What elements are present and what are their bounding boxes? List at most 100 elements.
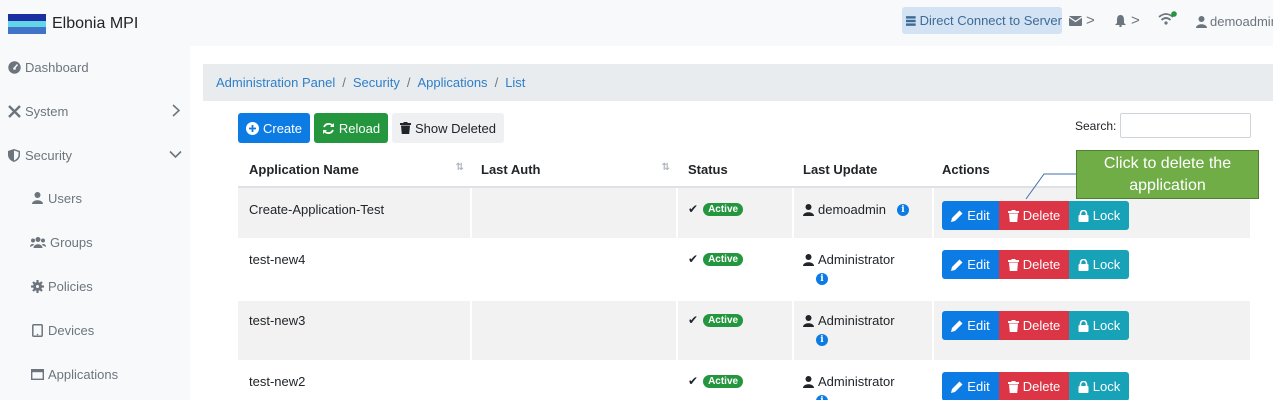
- show-deleted-button[interactable]: Show Deleted: [392, 113, 504, 143]
- delete-button[interactable]: Delete: [999, 372, 1069, 400]
- show-deleted-label: Show Deleted: [415, 120, 496, 136]
- info-icon[interactable]: i: [816, 273, 828, 285]
- sidebar-item-label: System: [25, 103, 69, 119]
- delete-label: Delete: [1022, 257, 1061, 272]
- notifications-menu[interactable]: >: [1115, 12, 1140, 29]
- delete-button[interactable]: Delete: [999, 201, 1069, 230]
- column-header-last-auth[interactable]: Last Auth ⇅: [472, 152, 676, 186]
- tablet-icon: [30, 323, 44, 337]
- info-icon[interactable]: i: [896, 203, 909, 216]
- actions-cell: Edit Delete Lock: [934, 362, 1250, 400]
- wifi-status[interactable]: [1158, 11, 1178, 26]
- wifi-icon: [1158, 11, 1177, 25]
- envelope-icon: [1069, 15, 1082, 26]
- sidebar-item-system[interactable]: System: [0, 96, 190, 126]
- status-badge: Active: [703, 253, 744, 266]
- lock-button[interactable]: Lock: [1069, 201, 1129, 230]
- column-header-last-update[interactable]: Last Update: [794, 152, 932, 186]
- last-auth-cell: [472, 301, 676, 360]
- reload-button[interactable]: Reload: [314, 113, 388, 143]
- dashboard-icon: [7, 60, 21, 74]
- edit-button[interactable]: Edit: [942, 250, 999, 279]
- lock-label: Lock: [1092, 208, 1121, 223]
- info-icon[interactable]: i: [816, 395, 828, 400]
- status-badge: Active: [703, 375, 744, 388]
- sidebar-item-label: Groups: [50, 234, 93, 250]
- edit-button[interactable]: Edit: [942, 201, 999, 230]
- lock-icon: [1078, 209, 1089, 222]
- sidebar-item-dashboard[interactable]: Dashboard: [0, 52, 190, 82]
- column-header-label: Last Auth: [481, 161, 541, 177]
- info-icon[interactable]: i: [816, 334, 828, 346]
- breadcrumb-list[interactable]: List: [505, 75, 525, 90]
- last-auth-cell: [472, 362, 676, 400]
- sidebar-item-label: Security: [25, 147, 72, 163]
- lock-button[interactable]: Lock: [1069, 250, 1129, 279]
- column-header-application-name[interactable]: Application Name ⇅: [238, 152, 470, 186]
- table-row[interactable]: test-new4 ✔ Active Administrator i Edit …: [238, 240, 1250, 299]
- cog-icon: [30, 279, 44, 293]
- status-badge: Active: [703, 314, 744, 327]
- user-icon: [803, 253, 814, 266]
- user-icon: [803, 203, 814, 216]
- breadcrumb-security[interactable]: Security: [353, 75, 400, 90]
- sidebar-item-users[interactable]: Users: [0, 183, 190, 213]
- direct-connect-label: Direct Connect to Server: [919, 13, 1062, 28]
- pencil-icon: [951, 320, 963, 332]
- edit-button[interactable]: Edit: [942, 372, 999, 400]
- column-header-label: Actions: [942, 161, 990, 177]
- delete-button[interactable]: Delete: [999, 311, 1069, 340]
- sidebar-item-devices[interactable]: Devices: [0, 315, 190, 345]
- app-name-cell: test-new4: [249, 252, 306, 267]
- chevron-down-icon: [169, 150, 182, 159]
- sidebar-item-label: Devices: [48, 322, 95, 338]
- create-button[interactable]: Create: [238, 113, 310, 143]
- user-icon: [30, 191, 44, 205]
- lock-label: Lock: [1092, 379, 1121, 394]
- table-row[interactable]: test-new3 ✔ Active Administrator i Edit …: [238, 301, 1250, 360]
- trash-icon: [1007, 319, 1019, 332]
- user-icon: [803, 375, 814, 388]
- status-cell: ✔ Active: [678, 188, 792, 238]
- delete-label: Delete: [1022, 318, 1061, 333]
- sidebar-item-security[interactable]: Security: [0, 140, 190, 170]
- brand[interactable]: Elbonia MPI: [8, 14, 138, 35]
- trash-icon: [400, 122, 412, 134]
- breadcrumb-administration-panel[interactable]: Administration Panel: [216, 75, 335, 90]
- status-cell: ✔ Active: [678, 301, 792, 360]
- lock-button[interactable]: Lock: [1069, 372, 1129, 400]
- delete-button[interactable]: Delete: [999, 250, 1069, 279]
- pencil-icon: [951, 259, 963, 271]
- column-header-status[interactable]: Status: [678, 152, 792, 186]
- lock-icon: [1078, 258, 1089, 271]
- server-icon: [906, 15, 916, 26]
- user-menu[interactable]: demoadmin: [1196, 14, 1273, 29]
- window-icon: [30, 367, 44, 381]
- direct-connect-button[interactable]: Direct Connect to Server: [902, 7, 1062, 34]
- user-icon: [803, 314, 814, 327]
- sidebar-item-label: Policies: [48, 278, 93, 294]
- sidebar-item-policies[interactable]: Policies: [0, 271, 190, 301]
- edit-button[interactable]: Edit: [942, 311, 999, 340]
- updated-by: demoadmin: [818, 202, 886, 217]
- lock-icon: [1078, 319, 1089, 332]
- column-header-label: Status: [688, 161, 728, 177]
- last-auth-cell: [472, 188, 676, 238]
- bell-icon: [1115, 14, 1126, 27]
- breadcrumb-separator: /: [494, 75, 499, 90]
- table-row[interactable]: test-new2 ✔ Active Administrator i Edit …: [238, 362, 1250, 400]
- status-badge: Active: [703, 203, 744, 216]
- check-icon: ✔: [688, 252, 699, 266]
- chevron-right-icon: [172, 104, 180, 117]
- lock-button[interactable]: Lock: [1069, 311, 1129, 340]
- breadcrumb-applications[interactable]: Applications: [417, 75, 487, 90]
- sidebar-item-applications[interactable]: Applications: [0, 359, 190, 389]
- search-input[interactable]: [1120, 113, 1251, 138]
- status-cell: ✔ Active: [678, 362, 792, 400]
- updated-by: Administrator: [818, 313, 895, 328]
- trash-icon: [1007, 380, 1019, 393]
- messages-menu[interactable]: >: [1069, 12, 1095, 29]
- reload-button-label: Reload: [338, 120, 381, 136]
- sidebar-item-groups[interactable]: Groups: [0, 227, 190, 257]
- column-header-label: Application Name: [249, 161, 359, 177]
